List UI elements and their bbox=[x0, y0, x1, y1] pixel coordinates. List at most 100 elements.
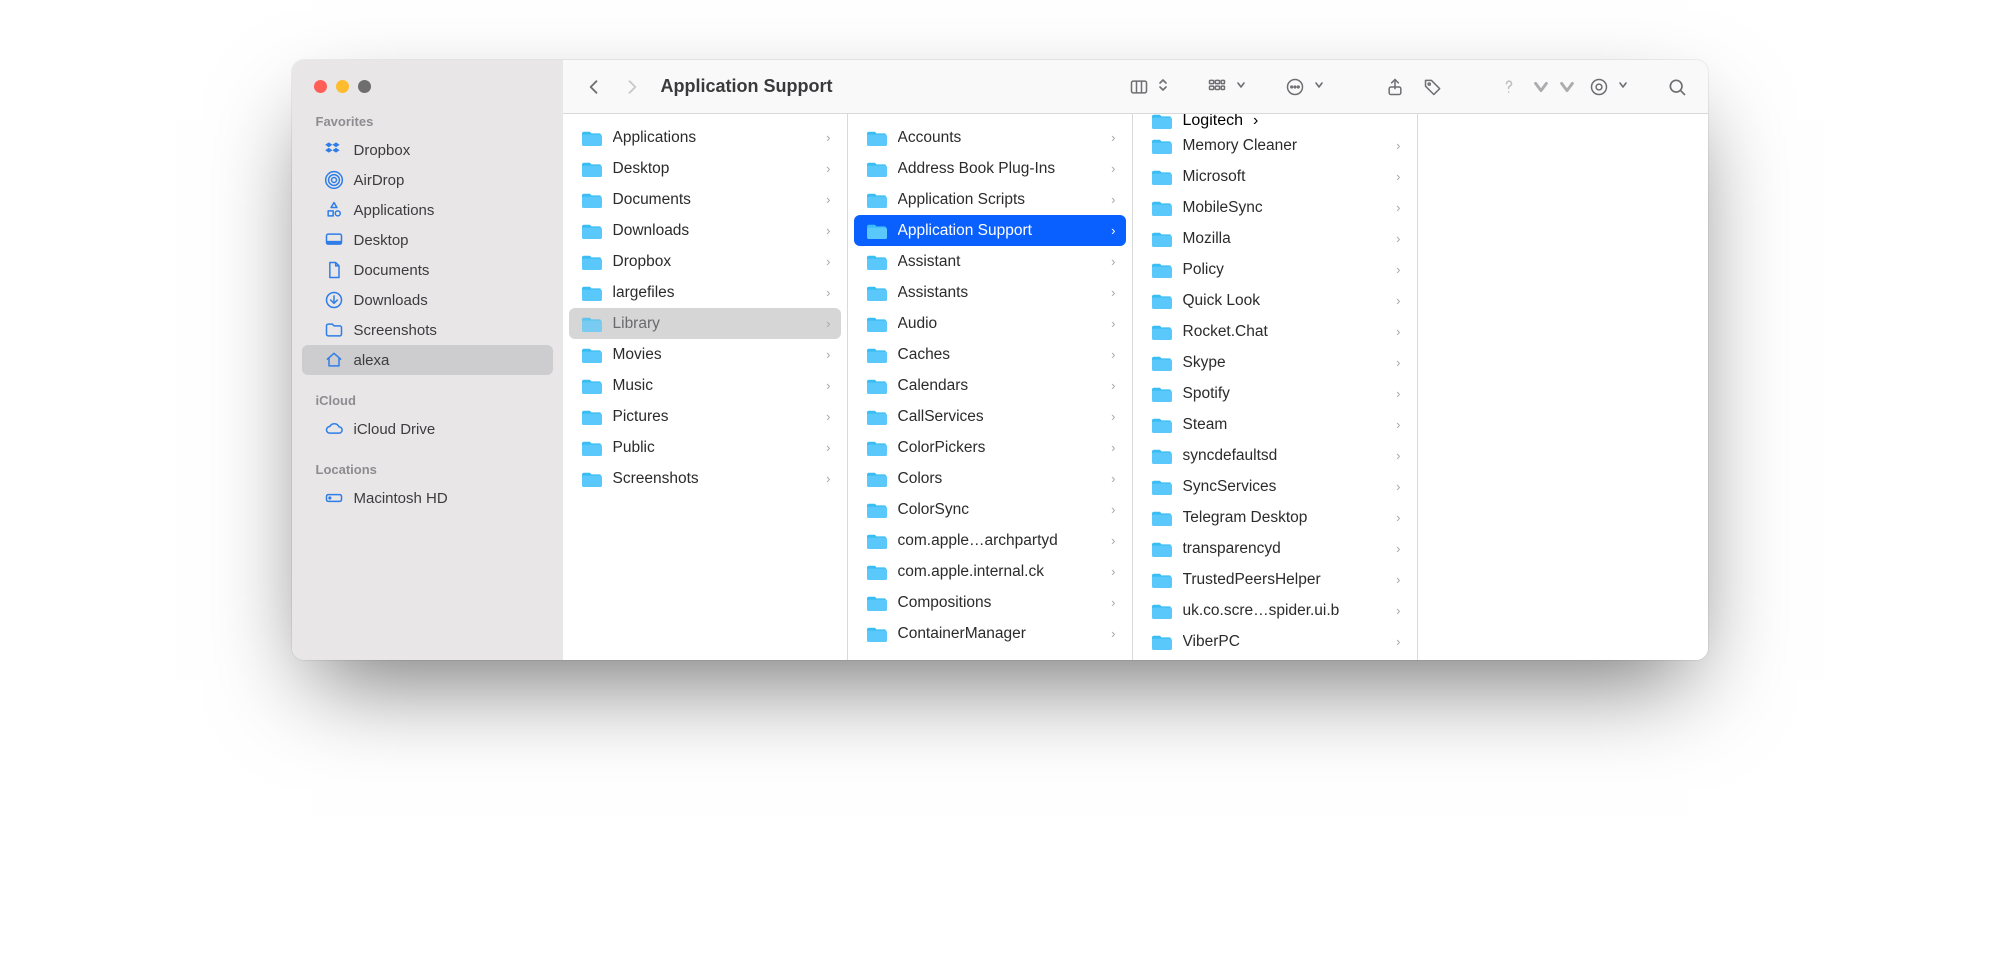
folder-row[interactable]: Downloads› bbox=[569, 215, 841, 246]
dropdown-1[interactable] bbox=[1532, 72, 1550, 102]
actions-button[interactable] bbox=[1280, 72, 1324, 102]
folder-row[interactable]: ViberPC› bbox=[1139, 626, 1411, 657]
folder-row-partial[interactable]: Logitech› bbox=[1139, 114, 1411, 130]
folder-row[interactable]: Documents› bbox=[569, 184, 841, 215]
sidebar-item-icloud-drive[interactable]: iCloud Drive bbox=[302, 414, 553, 444]
window-title: Application Support bbox=[661, 76, 833, 97]
folder-row[interactable]: ColorSync› bbox=[854, 494, 1126, 525]
folder-row[interactable]: Caches› bbox=[854, 339, 1126, 370]
group-by-button[interactable] bbox=[1202, 72, 1246, 102]
download-icon bbox=[324, 290, 344, 310]
view-mode-button[interactable] bbox=[1124, 72, 1168, 102]
folder-row[interactable]: Screenshots› bbox=[569, 463, 841, 494]
folder-row[interactable]: Telegram Desktop› bbox=[1139, 502, 1411, 533]
folder-row[interactable]: CallServices› bbox=[854, 401, 1126, 432]
chevron-right-icon: › bbox=[826, 472, 830, 485]
sidebar-item-label: alexa bbox=[354, 352, 390, 369]
folder-row[interactable]: Quick Look› bbox=[1139, 285, 1411, 316]
folder-row[interactable]: Policy› bbox=[1139, 254, 1411, 285]
folder-row[interactable]: com.apple…archpartyd› bbox=[854, 525, 1126, 556]
folder-row[interactable]: Spotify› bbox=[1139, 378, 1411, 409]
folder-row[interactable]: Pictures› bbox=[569, 401, 841, 432]
folder-row[interactable]: SyncServices› bbox=[1139, 471, 1411, 502]
folder-row[interactable]: Application Scripts › bbox=[854, 184, 1126, 215]
desktop-icon bbox=[324, 230, 344, 250]
column-0: Applications›Desktop›Documents›Downloads… bbox=[563, 114, 848, 660]
folder-row[interactable]: Dropbox› bbox=[569, 246, 841, 277]
folder-row[interactable]: Address Book Plug-Ins› bbox=[854, 153, 1126, 184]
folder-name: Pictures bbox=[613, 408, 817, 426]
folder-row[interactable]: Mozilla› bbox=[1139, 223, 1411, 254]
chevron-right-icon: › bbox=[826, 193, 830, 206]
back-button[interactable] bbox=[579, 72, 609, 102]
folder-row[interactable]: Compositions› bbox=[854, 587, 1126, 618]
minimize-window-button[interactable] bbox=[336, 80, 349, 93]
folder-row[interactable]: ContainerManager› bbox=[854, 618, 1126, 649]
folder-name: Compositions bbox=[898, 594, 1102, 612]
folder-name: transparencyd bbox=[1183, 540, 1387, 558]
preview-button[interactable] bbox=[1584, 72, 1628, 102]
folder-row[interactable]: Microsoft› bbox=[1139, 161, 1411, 192]
help-button[interactable] bbox=[1494, 72, 1524, 102]
folder-row[interactable]: Movies› bbox=[569, 339, 841, 370]
folder-row[interactable]: ColorPickers› bbox=[854, 432, 1126, 463]
folder-row[interactable]: Library› bbox=[569, 308, 841, 339]
folder-row[interactable]: Steam› bbox=[1139, 409, 1411, 440]
main-pane: Application Support bbox=[563, 60, 1708, 660]
search-button[interactable] bbox=[1662, 72, 1692, 102]
folder-row[interactable]: Audio› bbox=[854, 308, 1126, 339]
sidebar-item-screenshots[interactable]: Screenshots bbox=[302, 315, 553, 345]
folder-row[interactable]: transparencyd› bbox=[1139, 533, 1411, 564]
folder-row[interactable]: Colors› bbox=[854, 463, 1126, 494]
folder-row[interactable]: Music› bbox=[569, 370, 841, 401]
folder-row[interactable]: syncdefaultsd› bbox=[1139, 440, 1411, 471]
chevron-right-icon: › bbox=[1396, 232, 1400, 245]
folder-name: Application Scripts bbox=[898, 191, 1102, 209]
folder-name: Rocket.Chat bbox=[1183, 323, 1387, 341]
close-window-button[interactable] bbox=[314, 80, 327, 93]
chevron-right-icon: › bbox=[1111, 472, 1115, 485]
chevron-right-icon: › bbox=[1396, 294, 1400, 307]
folder-row[interactable]: Assistant› bbox=[854, 246, 1126, 277]
sidebar-item-dropbox[interactable]: Dropbox bbox=[302, 135, 553, 165]
dropdown-2[interactable] bbox=[1558, 72, 1576, 102]
folder-row[interactable]: Memory Cleaner› bbox=[1139, 130, 1411, 161]
sidebar-item-desktop[interactable]: Desktop bbox=[302, 225, 553, 255]
sidebar-item-macintosh-hd[interactable]: Macintosh HD bbox=[302, 483, 553, 513]
chevron-right-icon: › bbox=[1111, 565, 1115, 578]
folder-name: Applications bbox=[613, 129, 817, 147]
chevron-right-icon: › bbox=[1111, 193, 1115, 206]
folder-row[interactable]: Application Support› bbox=[854, 215, 1126, 246]
sidebar-item-airdrop[interactable]: AirDrop bbox=[302, 165, 553, 195]
traffic-lights bbox=[292, 60, 563, 96]
folder-row[interactable]: Accounts› bbox=[854, 122, 1126, 153]
folder-row[interactable]: Public› bbox=[569, 432, 841, 463]
chevron-right-icon: › bbox=[1111, 410, 1115, 423]
chevron-right-icon: › bbox=[1396, 480, 1400, 493]
sidebar-item-alexa[interactable]: alexa bbox=[302, 345, 553, 375]
sidebar-item-label: iCloud Drive bbox=[354, 421, 436, 438]
folder-name: Calendars bbox=[898, 377, 1102, 395]
folder-name: MobileSync bbox=[1183, 199, 1387, 217]
folder-row[interactable]: Rocket.Chat› bbox=[1139, 316, 1411, 347]
sidebar-item-downloads[interactable]: Downloads bbox=[302, 285, 553, 315]
tags-button[interactable] bbox=[1418, 72, 1448, 102]
forward-button[interactable] bbox=[617, 72, 647, 102]
folder-row[interactable]: MobileSync› bbox=[1139, 192, 1411, 223]
folder-row[interactable]: largefiles› bbox=[569, 277, 841, 308]
folder-row[interactable]: Applications› bbox=[569, 122, 841, 153]
folder-row[interactable]: com.apple.internal.ck› bbox=[854, 556, 1126, 587]
folder-name: largefiles bbox=[613, 284, 817, 302]
zoom-window-button[interactable] bbox=[358, 80, 371, 93]
chevron-right-icon: › bbox=[826, 379, 830, 392]
folder-row[interactable]: TrustedPeersHelper› bbox=[1139, 564, 1411, 595]
folder-row[interactable]: Skype› bbox=[1139, 347, 1411, 378]
sidebar-item-documents[interactable]: Documents bbox=[302, 255, 553, 285]
folder-row[interactable]: Desktop› bbox=[569, 153, 841, 184]
share-button[interactable] bbox=[1380, 72, 1410, 102]
folder-row[interactable]: uk.co.scre…spider.ui.b› bbox=[1139, 595, 1411, 626]
folder-row[interactable]: Assistants› bbox=[854, 277, 1126, 308]
sidebar-item-applications[interactable]: Applications bbox=[302, 195, 553, 225]
folder-row[interactable]: Calendars› bbox=[854, 370, 1126, 401]
chevron-right-icon: › bbox=[1111, 255, 1115, 268]
